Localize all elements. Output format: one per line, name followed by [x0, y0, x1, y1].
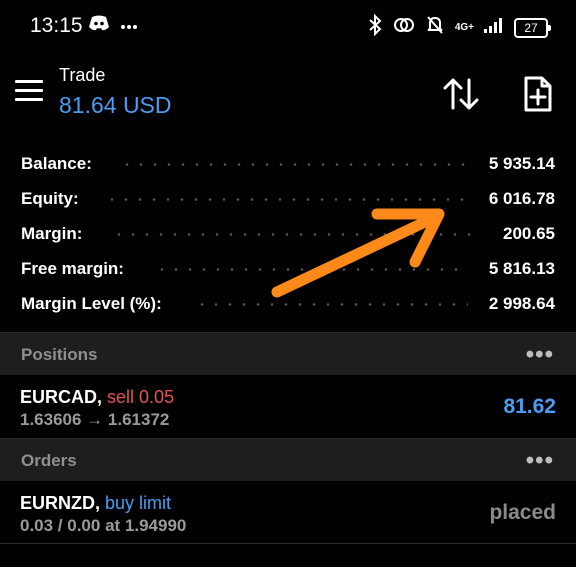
- menu-button[interactable]: [15, 80, 45, 104]
- symbol-separator: ,: [95, 493, 106, 513]
- menu-icon-bar: [15, 98, 43, 101]
- menu-icon-bar: [15, 89, 43, 92]
- status-bar: 13:15 4G+ 27: [0, 0, 576, 52]
- summary-value: 6 016.78: [488, 188, 555, 208]
- position-profit: 81.62: [503, 395, 556, 418]
- summary-label: Margin:: [21, 223, 83, 243]
- page-title: Trade: [59, 65, 106, 85]
- orders-section-header: Orders •••: [0, 438, 576, 481]
- summary-value: 200.65: [503, 223, 555, 243]
- trade-side: sell 0.05: [107, 387, 175, 407]
- bell-muted-icon: [425, 15, 445, 40]
- section-title: Orders: [21, 451, 77, 470]
- order-type: buy limit: [105, 493, 172, 513]
- more-notifications-icon: [120, 17, 138, 35]
- list-divider: [0, 543, 576, 544]
- summary-label: Free margin:: [21, 258, 124, 278]
- summary-label: Balance:: [21, 153, 92, 173]
- app-header: Trade 81.64 USD: [0, 52, 576, 132]
- new-order-button[interactable]: [518, 74, 558, 114]
- summary-value: 5 935.14: [488, 153, 555, 173]
- position-symbol-line: EURCAD, sell 0.05: [20, 387, 174, 408]
- battery-icon: 27: [514, 17, 551, 38]
- status-time: 13:15: [30, 14, 83, 37]
- dotted-leader: [120, 163, 468, 166]
- summary-value: 2 998.64: [488, 293, 555, 313]
- order-symbol-line: EURNZD, buy limit: [20, 493, 171, 514]
- symbol-separator: ,: [97, 387, 108, 407]
- position-price-detail: 1.63606 → 1.61372: [20, 410, 170, 429]
- status-left-icons: [88, 14, 138, 37]
- symbol-name: EURNZD: [20, 493, 95, 513]
- orders-more-button[interactable]: •••: [526, 447, 554, 475]
- order-row[interactable]: EURNZD, buy limit 0.03 / 0.00 at 1.94990…: [0, 481, 576, 543]
- summary-row-balance: Balance: 5 935.14: [0, 146, 576, 181]
- sort-button[interactable]: [441, 74, 481, 114]
- summary-value: 5 816.13: [488, 258, 555, 278]
- link-icon: [393, 16, 415, 39]
- sort-arrows-icon: [443, 78, 479, 110]
- annotation-arrow-icon: [271, 208, 445, 298]
- summary-label: Margin Level (%):: [21, 293, 162, 313]
- section-title: Positions: [21, 345, 98, 364]
- summary-label: Equity:: [21, 188, 79, 208]
- position-row[interactable]: EURCAD, sell 0.05 1.63606 → 1.61372 81.6…: [0, 375, 576, 437]
- network-type: 4G+: [454, 22, 474, 33]
- menu-icon-bar: [15, 80, 43, 83]
- order-detail: 0.03 / 0.00 at 1.94990: [20, 516, 187, 535]
- positions-section-header: Positions •••: [0, 332, 576, 375]
- account-profit: 81.64 USD: [59, 92, 172, 118]
- new-document-icon: [524, 76, 552, 112]
- positions-more-button[interactable]: •••: [526, 341, 554, 369]
- bluetooth-icon: [367, 13, 383, 41]
- discord-icon: [88, 14, 110, 37]
- signal-icon: [484, 17, 504, 38]
- status-right-icons: 4G+ 27: [367, 13, 551, 41]
- symbol-name: EURCAD: [20, 387, 98, 407]
- order-status: placed: [489, 501, 556, 524]
